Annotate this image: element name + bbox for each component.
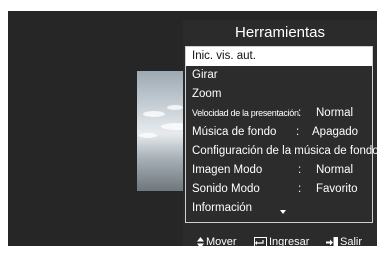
menu-item-background-music-settings[interactable]: Configuración de la música de fondo (186, 142, 377, 161)
menu-item-background-music[interactable]: Música de fondo : Apagado (186, 123, 372, 142)
menu-item-separator: : (298, 183, 302, 195)
menu-item-separator: : (296, 126, 300, 138)
menu-item-sound-mode[interactable]: Sonido Modo : Favorito (186, 180, 372, 199)
footer-exit-hint: Salir (326, 234, 362, 246)
scroll-down-icon[interactable] (280, 210, 286, 214)
exit-icon (326, 236, 338, 246)
menu-item-slideshow[interactable]: Inic. vis. aut. (186, 47, 372, 66)
menu-item-separator: : (298, 107, 302, 119)
menu-item-value: Normal (316, 107, 354, 119)
menu-item-rotate[interactable]: Girar (186, 66, 372, 85)
menu-item-label: Configuración de la música de fondo (192, 145, 377, 157)
menu-item-value: Normal (316, 164, 354, 176)
menu-item-picture-mode[interactable]: Imagen Modo : Normal (186, 161, 372, 180)
menu-item-label: Sonido Modo (192, 183, 260, 195)
up-down-arrows-icon (197, 236, 204, 246)
menu-item-value: Favorito (316, 183, 358, 195)
menu-item-value: Apagado (312, 126, 359, 138)
menu-item-label: Zoom (192, 88, 222, 100)
enter-label: Ingresar (269, 236, 310, 246)
exit-label: Salir (340, 236, 363, 246)
footer-enter-hint: Ingresar (254, 234, 309, 246)
menu-item-label: Girar (192, 69, 218, 81)
menu-list: Inic. vis. aut. Girar Zoom Velocidad de … (185, 46, 377, 223)
menu-item-slideshow-speed[interactable]: Velocidad de la presentación : Normal (186, 104, 372, 123)
menu-item-zoom[interactable]: Zoom (186, 85, 372, 104)
menu-item-information[interactable]: Información (186, 199, 372, 218)
menu-item-label: Imagen Modo (192, 164, 263, 176)
menu-footer: Mover Ingresar Salir (183, 234, 377, 246)
menu-item-label: Información (192, 202, 253, 214)
tools-menu-panel: Herramientas Inic. vis. aut. Girar Zoom … (183, 20, 377, 246)
menu-item-label: Música de fondo (192, 126, 277, 138)
tv-screen: Herramientas Inic. vis. aut. Girar Zoom … (8, 11, 377, 246)
menu-item-label: Inic. vis. aut. (192, 50, 256, 62)
enter-icon (254, 236, 267, 246)
menu-item-label: Velocidad de la presentación (192, 108, 299, 118)
footer-move-hint: Mover (197, 234, 237, 246)
menu-title: Herramientas (234, 24, 326, 41)
move-label: Mover (206, 236, 237, 246)
menu-item-separator: : (298, 164, 302, 176)
